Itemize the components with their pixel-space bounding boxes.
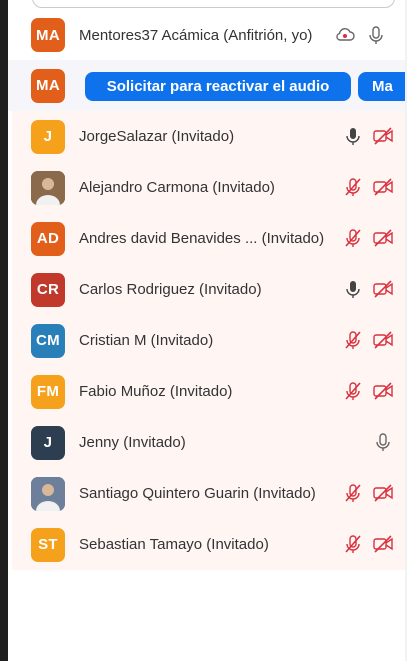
participant-row[interactable]: CM Cristian M (Invitado) — [12, 315, 405, 366]
participant-row[interactable]: ST Sebastian Tamayo (Invitado) — [12, 519, 405, 570]
video-off-icon[interactable] — [372, 227, 394, 249]
participant-name: Santiago Quintero Guarin (Invitado) — [79, 485, 316, 502]
video-off-icon[interactable] — [372, 533, 394, 555]
avatar: CM — [31, 323, 65, 358]
microphone-icon[interactable] — [342, 278, 364, 300]
microphone-icon[interactable] — [365, 24, 387, 46]
participant-name: Cristian M (Invitado) — [79, 332, 214, 349]
microphone-icon[interactable] — [372, 431, 394, 453]
avatar: J — [31, 425, 65, 460]
search-input[interactable] — [32, 0, 395, 8]
avatar: CR — [31, 272, 65, 307]
video-off-icon[interactable] — [372, 380, 394, 402]
cloud-recording-icon — [334, 24, 356, 46]
participant-name: JorgeSalazar (Invitado) — [79, 128, 235, 145]
participant-row[interactable]: J JorgeSalazar (Invitado) — [12, 111, 405, 162]
avatar: MA — [31, 68, 65, 103]
participant-name: Fabio Muñoz (Invitado) — [79, 383, 233, 400]
participant-row[interactable]: AD Andres david Benavides ... (Invitado) — [12, 213, 405, 264]
participant-row[interactable]: CR Carlos Rodriguez (Invitado) — [12, 264, 405, 315]
participant-name: Sebastian Tamayo (Invitado) — [79, 536, 269, 553]
video-off-icon[interactable] — [372, 482, 394, 504]
microphone-muted-icon[interactable] — [342, 329, 364, 351]
avatar: AD — [31, 221, 65, 256]
avatar: MA — [31, 18, 65, 52]
participant-row-selected[interactable]: MA Solicitar para reactivar el audio Ma — [8, 60, 407, 111]
participant-name: Jenny (Invitado) — [79, 434, 186, 451]
video-off-icon[interactable] — [372, 125, 394, 147]
microphone-muted-icon[interactable] — [342, 176, 364, 198]
participant-row[interactable]: FM Fabio Muñoz (Invitado) — [12, 366, 405, 417]
more-button[interactable]: Ma — [358, 72, 407, 101]
participant-name: Carlos Rodriguez (Invitado) — [79, 281, 262, 298]
avatar: FM — [31, 374, 65, 409]
participant-name: Alejandro Carmona (Invitado) — [79, 179, 275, 196]
participant-row[interactable]: Santiago Quintero Guarin (Invitado) — [12, 468, 405, 519]
avatar: J — [31, 119, 65, 154]
microphone-icon[interactable] — [342, 125, 364, 147]
participant-name: Mentores37 Acámica (Anfitrión, yo) — [79, 26, 313, 44]
microphone-muted-icon[interactable] — [342, 380, 364, 402]
participant-row[interactable]: Alejandro Carmona (Invitado) — [12, 162, 405, 213]
video-off-icon[interactable] — [372, 176, 394, 198]
participant-row[interactable]: J Jenny (Invitado) — [12, 417, 405, 468]
microphone-muted-icon[interactable] — [342, 227, 364, 249]
request-unmute-button[interactable]: Solicitar para reactivar el audio — [85, 72, 351, 101]
participants-panel: MA Mentores37 Acámica (Anfitrión, yo) MA… — [8, 0, 407, 661]
participant-name: Andres david Benavides ... (Invitado) — [79, 230, 325, 247]
avatar-photo — [31, 170, 65, 205]
video-off-icon[interactable] — [372, 329, 394, 351]
participant-row-host[interactable]: MA Mentores37 Acámica (Anfitrión, yo) — [8, 10, 405, 60]
microphone-muted-icon[interactable] — [342, 482, 364, 504]
avatar-photo — [31, 476, 65, 511]
avatar: ST — [31, 527, 65, 562]
microphone-muted-icon[interactable] — [342, 533, 364, 555]
video-off-icon[interactable] — [372, 278, 394, 300]
left-window-edge — [0, 0, 8, 661]
